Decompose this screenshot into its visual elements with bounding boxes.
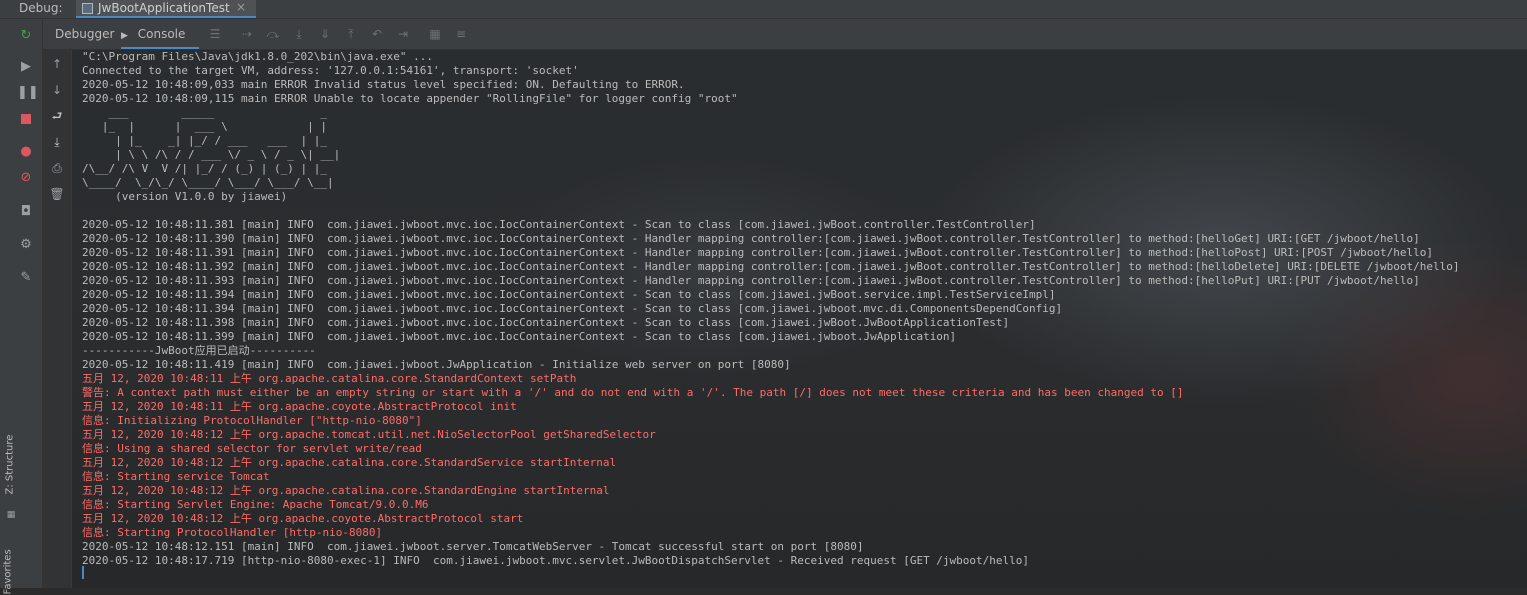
- trash-icon[interactable]: 🗑: [49, 186, 65, 202]
- console-line: 2020-05-12 10:48:12.151 [main] INFO com.…: [82, 540, 864, 553]
- structure-panel-tab[interactable]: Z: Structure: [5, 435, 16, 495]
- pause-icon[interactable]: ❚❚: [17, 84, 39, 102]
- console-line: 2020-05-12 10:48:09,033 main ERROR Inval…: [82, 78, 685, 91]
- console-line: 信息: Starting ProtocolHandler [http-nio-8…: [82, 526, 383, 539]
- run-config-tab-label: JwBootApplicationTest: [98, 1, 230, 15]
- tab-console-label: Console: [137, 27, 186, 41]
- console-icon: ▶: [121, 31, 128, 41]
- console-line: (version V1.0.0 by jiawei): [82, 190, 288, 203]
- scroll-down-icon[interactable]: ↓: [49, 82, 65, 98]
- console-line: |_ | | ___ \ | |: [82, 120, 328, 133]
- debug-tool-window-header: Debug: JwBootApplicationTest ×: [0, 0, 1527, 19]
- close-icon[interactable]: ×: [236, 0, 246, 14]
- console-line: ___ _____ _: [82, 106, 328, 119]
- mute-breakpoints-icon[interactable]: ⊘: [17, 169, 35, 187]
- console-line: 2020-05-12 10:48:11.394 [main] INFO com.…: [82, 302, 1063, 315]
- favorites-panel-tab[interactable]: Favorites: [3, 535, 14, 594]
- console-line: 五月 12, 2020 10:48:12 上午 org.apache.catal…: [82, 456, 617, 469]
- resume-icon[interactable]: ▶: [17, 58, 35, 76]
- camera-icon[interactable]: ◘: [17, 203, 35, 221]
- console-line: | |_ _| |_/ / ___ ___ | |_: [82, 134, 328, 147]
- scroll-to-end-icon[interactable]: ⤓: [49, 134, 65, 150]
- console-line: 信息: Using a shared selector for servlet …: [82, 442, 422, 455]
- console-line: 2020-05-12 10:48:09,115 main ERROR Unabl…: [82, 92, 738, 105]
- console-lines: "C:\Program Files\Java\jdk1.8.0_202\bin\…: [82, 50, 1460, 568]
- menu-icon[interactable]: ☰: [207, 26, 223, 42]
- run-config-tab[interactable]: JwBootApplicationTest ×: [76, 0, 256, 18]
- debug-actions-strip: ↻ ▶ ❚❚ ● ⊘ ◘ ⚙ ✎ Z: Structure ▦ Favorite…: [0, 19, 43, 595]
- debug-label: Debug:: [19, 1, 63, 15]
- soft-wrap-icon[interactable]: ⮐: [49, 108, 65, 124]
- step-into-icon[interactable]: ⤓: [291, 26, 307, 42]
- console-line: 2020-05-12 10:48:11.381 [main] INFO com.…: [82, 218, 1036, 231]
- console-line: 五月 12, 2020 10:48:12 上午 org.apache.coyot…: [82, 512, 524, 525]
- force-step-into-icon[interactable]: ⇓: [317, 26, 333, 42]
- console-line: 2020-05-12 10:48:11.393 [main] INFO com.…: [82, 274, 1420, 287]
- console-line: 信息: Starting service Tomcat: [82, 470, 270, 483]
- rerun-icon[interactable]: ↻: [17, 27, 35, 45]
- console-line: 2020-05-12 10:48:11.391 [main] INFO com.…: [82, 246, 1434, 259]
- console-line: 五月 12, 2020 10:48:12 上午 org.apache.catal…: [82, 484, 610, 497]
- scroll-up-icon[interactable]: ↑: [49, 56, 65, 72]
- console-gutter: ↑ ↓ ⮐ ⤓ ⎙ 🗑: [43, 50, 72, 588]
- tab-console[interactable]: ▶ Console: [121, 19, 199, 49]
- console-line: 2020-05-12 10:48:11.392 [main] INFO com.…: [82, 260, 1460, 273]
- console-line: \____/ \_/\_/ \____/ \___/ \___/ \__|: [82, 176, 334, 189]
- drop-frame-icon[interactable]: ↶: [369, 26, 385, 42]
- print-icon[interactable]: ⎙: [49, 160, 65, 176]
- text-caret: [82, 566, 84, 579]
- console-line: 信息: Initializing ProtocolHandler ["http-…: [82, 414, 422, 427]
- console-line: 2020-05-12 10:48:11.394 [main] INFO com.…: [82, 288, 1056, 301]
- trace-icon[interactable]: ≡: [453, 26, 469, 42]
- console-line: 2020-05-12 10:48:11.398 [main] INFO com.…: [82, 316, 1010, 329]
- evaluate-expression-icon[interactable]: ▦: [427, 26, 443, 42]
- console-line: -----------JwBoot应用已启动----------: [82, 344, 316, 357]
- console-line: 2020-05-12 10:48:11.419 [main] INFO com.…: [82, 358, 791, 371]
- pin-icon[interactable]: ✎: [17, 269, 35, 287]
- console-line: 五月 12, 2020 10:48:12 上午 org.apache.tomca…: [82, 428, 656, 441]
- view-breakpoints-icon[interactable]: ●: [17, 143, 35, 161]
- console-line: Connected to the target VM, address: '12…: [82, 64, 579, 77]
- console-line: 2020-05-12 10:48:11.399 [main] INFO com.…: [82, 330, 957, 343]
- console-line: 五月 12, 2020 10:48:11 上午 org.apache.catal…: [82, 372, 577, 385]
- gear-icon[interactable]: ⚙: [17, 236, 35, 254]
- console-line: 2020-05-12 10:48:17.719 [http-nio-8080-e…: [82, 554, 1030, 567]
- run-config-icon: [82, 3, 93, 14]
- console-line: 五月 12, 2020 10:48:11 上午 org.apache.coyot…: [82, 400, 517, 413]
- console-line: "C:\Program Files\Java\jdk1.8.0_202\bin\…: [82, 50, 433, 63]
- stop-icon[interactable]: [17, 110, 35, 128]
- show-execution-point-icon[interactable]: ⇢: [239, 26, 255, 42]
- tab-debugger[interactable]: Debugger: [55, 19, 114, 49]
- console-line: | \ \ /\ / / ___ \/ _ \ / _ \| __|: [82, 148, 341, 161]
- console-line: 信息: Starting Servlet Engine: Apache Tomc…: [82, 498, 429, 511]
- structure-icon: ▦: [6, 510, 16, 520]
- run-to-cursor-icon[interactable]: ⇥: [395, 26, 411, 42]
- console-line: /\__/ /\ V V /| |_/ / (_) | (_) | |_: [82, 162, 328, 175]
- step-over-icon[interactable]: ⤼: [265, 26, 281, 42]
- step-out-icon[interactable]: ⤒: [343, 26, 359, 42]
- debug-toolbar: Debugger ▶ Console ☰ ⇢ ⤼ ⤓ ⇓ ⤒ ↶ ⇥ ▦ ≡: [43, 19, 1527, 50]
- console-line: 2020-05-12 10:48:11.390 [main] INFO com.…: [82, 232, 1420, 245]
- console-line: 警告: A context path must either be an emp…: [82, 386, 1184, 399]
- console-output[interactable]: "C:\Program Files\Java\jdk1.8.0_202\bin\…: [72, 50, 1527, 588]
